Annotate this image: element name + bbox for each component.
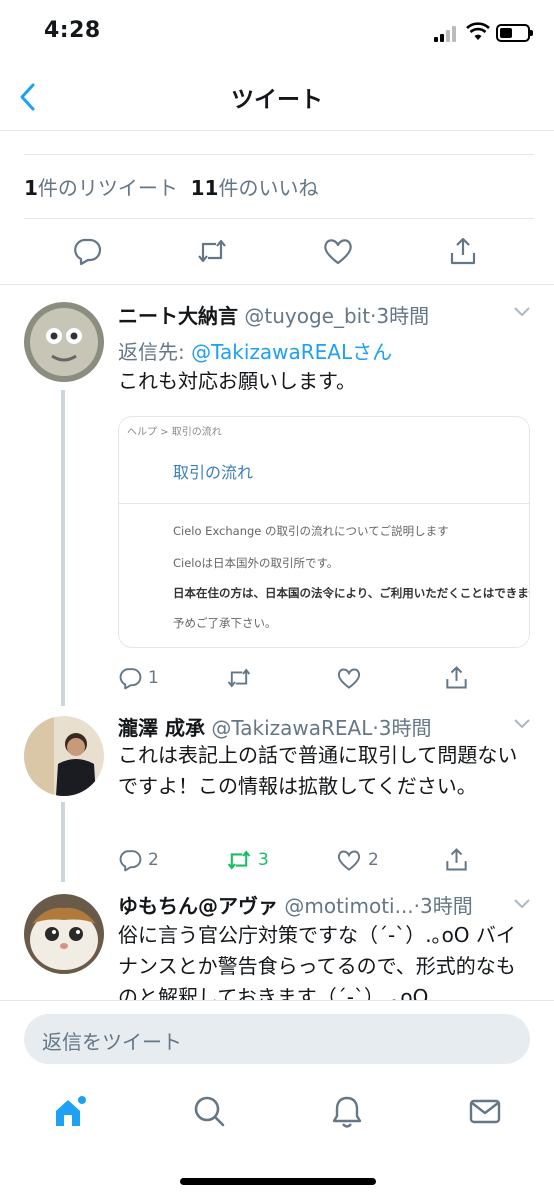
like-icon xyxy=(337,668,361,689)
reply-count: 1 xyxy=(148,668,159,688)
likes-count: 11 xyxy=(190,176,219,200)
like-icon[interactable] xyxy=(322,236,354,266)
card-line: 日本在住の方は、日本国の法令により、ご利用いただくことはできません xyxy=(173,586,530,600)
share-icon xyxy=(446,666,467,689)
retweet-button[interactable] xyxy=(226,666,252,690)
timestamp: ·3時間 xyxy=(413,894,473,918)
avatar[interactable] xyxy=(24,716,104,796)
timestamp: ·3時間 xyxy=(372,716,432,740)
search-icon[interactable] xyxy=(192,1094,226,1128)
retweet-icon[interactable] xyxy=(196,236,228,266)
share-icon xyxy=(446,848,467,871)
display-name[interactable]: ニート大納言 xyxy=(118,304,238,328)
tweet-text: 俗に言う官公庁対策ですな（´-`）.｡oO バイナンスとか警告食らってるので、形… xyxy=(118,923,516,1000)
retweet-icon xyxy=(227,668,251,688)
divider xyxy=(24,154,534,155)
card-line: Cielo Exchange の取引の流れについてご説明します xyxy=(173,524,449,538)
chevron-down-icon[interactable] xyxy=(512,716,532,730)
reply-clip: ゆもちん@アヴァ @motimoti...·3時間 俗に言う官公庁対策ですな（´… xyxy=(0,884,554,1000)
chevron-down-icon[interactable] xyxy=(512,304,532,318)
retweets-count: 1 xyxy=(24,176,38,200)
home-icon[interactable] xyxy=(52,1094,88,1130)
reply-to-prefix: 返信先: xyxy=(118,340,192,364)
wifi-icon xyxy=(466,22,490,40)
retweet-icon xyxy=(227,850,251,870)
display-name[interactable]: ゆもちん@アヴァ xyxy=(118,894,278,918)
retweet-count: 3 xyxy=(258,850,269,870)
reply-icon xyxy=(119,668,142,690)
handle[interactable]: @TakizawaREAL xyxy=(211,716,372,740)
like-button[interactable]: 2 xyxy=(336,848,379,872)
reply-header: ニート大納言 @tuyoge_bit·3時間 xyxy=(118,300,518,329)
reply-to: 返信先: @TakizawaREALさん xyxy=(118,336,392,365)
share-button[interactable] xyxy=(444,847,469,872)
likes-label: 件のいいね xyxy=(218,176,319,200)
reply-icon xyxy=(119,850,142,872)
tweet-stats[interactable]: 1件のリツイート 11件のいいね xyxy=(24,172,318,201)
reply-to-user[interactable]: @TakizawaREALさん xyxy=(191,340,392,364)
tweet-text: これも対応お願いします。 xyxy=(118,369,356,393)
thread-line xyxy=(61,390,65,706)
notifications-icon[interactable] xyxy=(330,1094,364,1130)
reply-count: 2 xyxy=(148,850,159,870)
thread-line xyxy=(61,802,65,882)
display-name[interactable]: 瀧澤 成承 xyxy=(118,716,205,740)
divider xyxy=(0,284,554,285)
tweet-text: これは表記上の話で普通に取引して問題ないですよ！この情報は拡散してください。 xyxy=(118,743,518,798)
reply-button[interactable]: 1 xyxy=(118,666,159,690)
card-breadcrumb: ヘルプ > 取引の流れ xyxy=(127,427,222,438)
reply-header: ゆもちん@アヴァ @motimoti...·3時間 xyxy=(118,890,518,919)
messages-icon[interactable] xyxy=(468,1094,502,1128)
avatar[interactable] xyxy=(24,302,104,382)
like-count: 2 xyxy=(368,850,379,870)
home-indicator xyxy=(180,1178,376,1185)
handle[interactable]: @tuyoge_bit xyxy=(244,304,370,328)
compose-placeholder: 返信をツイート xyxy=(42,1030,182,1054)
status-time: 4:28 xyxy=(44,18,101,43)
reply-header: 瀧澤 成承 @TakizawaREAL·3時間 xyxy=(118,712,518,741)
share-button[interactable] xyxy=(444,665,469,690)
divider xyxy=(24,218,534,219)
reply-icon[interactable] xyxy=(72,236,102,266)
like-icon xyxy=(337,850,361,871)
retweets-label: 件のリツイート xyxy=(37,176,178,200)
card-line: Cieloは日本国外の取引所です。 xyxy=(173,556,339,570)
link-card[interactable]: ヘルプ > 取引の流れ 取引の流れ Cielo Exchange の取引の流れに… xyxy=(118,416,530,648)
divider xyxy=(0,1000,554,1001)
cellular-signal-icon xyxy=(434,26,460,42)
retweet-button[interactable]: 3 xyxy=(226,848,269,872)
divider xyxy=(0,130,554,131)
page-title: ツイート xyxy=(231,87,323,113)
card-title: 取引の流れ xyxy=(173,463,254,482)
reply-button[interactable]: 2 xyxy=(118,848,159,872)
chevron-down-icon[interactable] xyxy=(512,896,532,910)
handle[interactable]: @motimoti... xyxy=(284,894,413,918)
divider xyxy=(119,503,529,504)
share-icon[interactable] xyxy=(448,236,478,266)
battery-icon xyxy=(496,24,533,42)
card-line: 予めご了承下さい。 xyxy=(173,616,277,630)
timestamp: ·3時間 xyxy=(370,304,430,328)
avatar[interactable] xyxy=(24,894,104,974)
reply-compose-input[interactable]: 返信をツイート xyxy=(24,1014,530,1064)
like-button[interactable] xyxy=(336,666,362,690)
